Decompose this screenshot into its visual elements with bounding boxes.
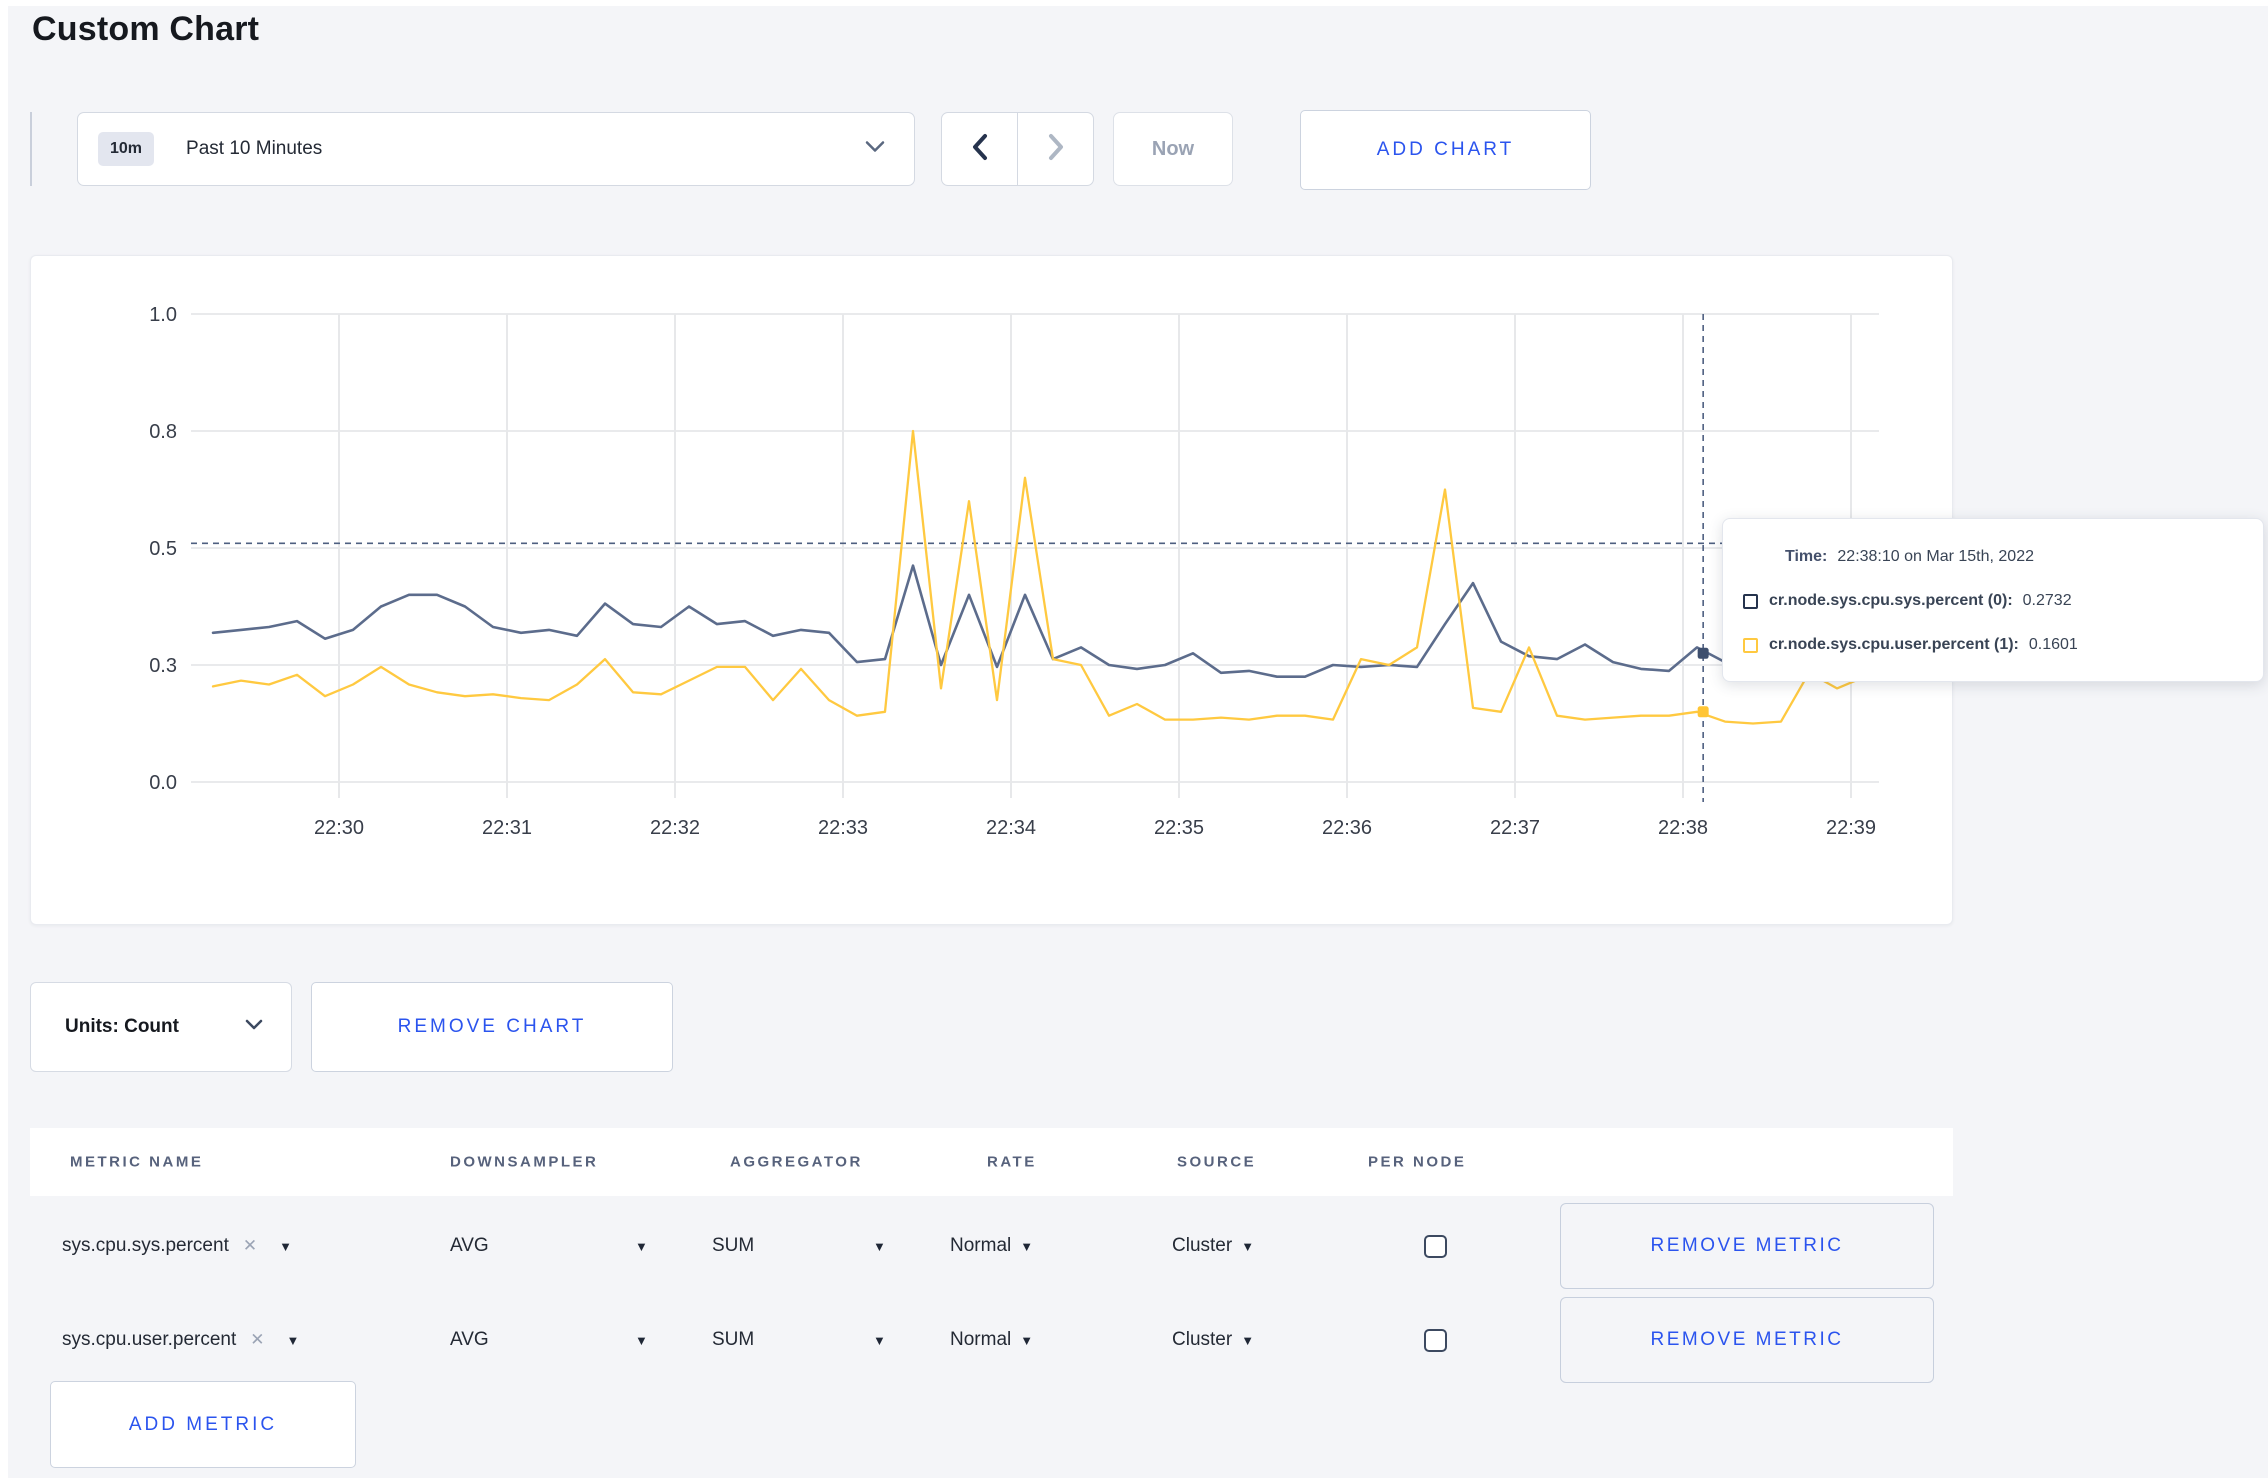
metric-row-user: sys.cpu.user.percent ✕ ▼ AVG ▼ SUM ▼ Nor… <box>30 1293 1953 1387</box>
caret-down-icon: ▼ <box>286 1332 300 1348</box>
source-select[interactable]: Cluster ▼ <box>1172 1293 1254 1387</box>
svg-text:22:33: 22:33 <box>818 817 868 839</box>
tooltip-time-label: Time: <box>1785 548 1828 565</box>
add-metric-button[interactable]: ADD METRIC <box>50 1381 356 1468</box>
col-downsampler: DOWNSAMPLER <box>450 1153 599 1171</box>
time-range-label: Past 10 Minutes <box>186 138 323 159</box>
series-line-0 <box>211 564 1867 679</box>
svg-text:22:34: 22:34 <box>986 817 1036 839</box>
metric-name-label: sys.cpu.sys.percent <box>62 1235 229 1256</box>
aggregator-caret[interactable]: ▼ <box>873 1199 886 1293</box>
next-range-button[interactable] <box>1018 113 1093 185</box>
source-select[interactable]: Cluster ▼ <box>1172 1199 1254 1293</box>
window-edge-left <box>0 0 8 1478</box>
chart-tooltip: Time: 22:38:10 on Mar 15th, 2022 cr.node… <box>1722 518 2264 682</box>
prev-range-button[interactable] <box>942 113 1018 185</box>
aggregator-select[interactable]: SUM <box>712 1293 754 1387</box>
svg-text:1.0: 1.0 <box>149 304 177 326</box>
svg-text:22:38: 22:38 <box>1658 817 1708 839</box>
svg-text:22:35: 22:35 <box>1154 817 1204 839</box>
chevron-right-icon <box>1046 133 1066 166</box>
downsampler-select[interactable]: AVG <box>450 1199 489 1293</box>
per-node-checkbox[interactable] <box>1424 1328 1447 1352</box>
clear-metric-icon[interactable]: ✕ <box>250 1330 264 1350</box>
add-chart-button[interactable]: ADD CHART <box>1300 110 1591 190</box>
caret-down-icon: ▼ <box>635 1238 648 1254</box>
remove-metric-button[interactable]: REMOVE METRIC <box>1560 1203 1934 1289</box>
page-title: Custom Chart <box>32 10 260 48</box>
svg-text:22:30: 22:30 <box>314 817 364 839</box>
svg-text:0.3: 0.3 <box>149 655 177 677</box>
time-range-badge: 10m <box>98 132 155 166</box>
svg-text:22:32: 22:32 <box>650 817 700 839</box>
chart-card: 0.0 0.3 0.5 0.8 1.0 22:30 22:31 22:32 22:33 22:34… <box>30 255 1953 925</box>
units-select[interactable]: Units: Count <box>30 982 292 1072</box>
chart-plot[interactable]: 0.0 0.3 0.5 0.8 1.0 22:30 22:31 22:32 22:33 22:34… <box>31 256 1954 926</box>
units-label: Units: Count <box>65 1016 179 1037</box>
chevron-down-icon <box>864 140 886 159</box>
clear-metric-icon[interactable]: ✕ <box>243 1236 257 1256</box>
caret-down-icon: ▼ <box>873 1332 886 1348</box>
svg-text:0.5: 0.5 <box>149 538 177 560</box>
svg-text:22:36: 22:36 <box>1322 817 1372 839</box>
caret-down-icon: ▼ <box>635 1332 648 1348</box>
time-nav-group <box>941 112 1094 186</box>
col-source: SOURCE <box>1177 1153 1257 1171</box>
tooltip-series-name: cr.node.sys.cpu.sys.percent (0): <box>1769 592 2013 609</box>
toolbar-divider <box>30 112 32 186</box>
caret-down-icon: ▼ <box>1020 1332 1034 1348</box>
caret-down-icon: ▼ <box>1020 1238 1034 1254</box>
svg-text:22:39: 22:39 <box>1826 817 1876 839</box>
caret-down-icon: ▼ <box>873 1238 886 1254</box>
per-node-checkbox[interactable] <box>1424 1234 1447 1258</box>
tooltip-time-value: 22:38:10 on Mar 15th, 2022 <box>1837 548 2034 565</box>
time-range-select[interactable]: 10m Past 10 Minutes <box>77 112 915 186</box>
metric-name-select[interactable]: sys.cpu.sys.percent ✕ ▼ <box>62 1199 292 1293</box>
caret-down-icon: ▼ <box>279 1238 292 1254</box>
metric-name-select[interactable]: sys.cpu.user.percent ✕ ▼ <box>62 1293 299 1387</box>
tooltip-series-value: 0.1601 <box>2028 636 2078 653</box>
series-swatch-user <box>1743 637 1758 653</box>
chevron-down-icon <box>245 1018 263 1036</box>
tooltip-series-value: 0.2732 <box>2022 592 2072 609</box>
aggregator-select[interactable]: SUM <box>712 1199 754 1293</box>
downsampler-select[interactable]: AVG <box>450 1293 489 1387</box>
rate-select[interactable]: Normal ▼ <box>950 1199 1033 1293</box>
svg-text:22:37: 22:37 <box>1490 817 1540 839</box>
now-button[interactable]: Now <box>1113 112 1233 186</box>
remove-metric-button[interactable]: REMOVE METRIC <box>1560 1297 1934 1383</box>
metric-name-label: sys.cpu.user.percent <box>62 1329 237 1350</box>
per-node-cell <box>1424 1199 1447 1293</box>
downsampler-caret[interactable]: ▼ <box>635 1199 648 1293</box>
series-swatch-sys <box>1743 593 1758 609</box>
chevron-left-icon <box>970 133 990 166</box>
col-aggregator: AGGREGATOR <box>730 1153 863 1171</box>
caret-down-icon: ▼ <box>1241 1238 1255 1254</box>
series-line-1 <box>211 429 1867 725</box>
caret-down-icon: ▼ <box>1241 1332 1255 1348</box>
rate-select[interactable]: Normal ▼ <box>950 1293 1033 1387</box>
tooltip-series-name: cr.node.sys.cpu.user.percent (1): <box>1769 636 2019 653</box>
svg-text:22:31: 22:31 <box>482 817 532 839</box>
col-rate: RATE <box>987 1153 1037 1171</box>
col-per-node: PER NODE <box>1368 1153 1467 1171</box>
metrics-table-header: METRIC NAME DOWNSAMPLER AGGREGATOR RATE … <box>30 1128 1953 1196</box>
aggregator-caret[interactable]: ▼ <box>873 1293 886 1387</box>
metric-row-sys: sys.cpu.sys.percent ✕ ▼ AVG ▼ SUM ▼ Norm… <box>30 1199 1953 1293</box>
svg-text:0.0: 0.0 <box>149 772 177 794</box>
svg-text:0.8: 0.8 <box>149 421 177 443</box>
window-edge-top <box>0 0 2268 6</box>
remove-chart-button[interactable]: REMOVE CHART <box>311 982 673 1072</box>
downsampler-caret[interactable]: ▼ <box>635 1293 648 1387</box>
per-node-cell <box>1424 1293 1447 1387</box>
col-metric-name: METRIC NAME <box>70 1153 204 1171</box>
